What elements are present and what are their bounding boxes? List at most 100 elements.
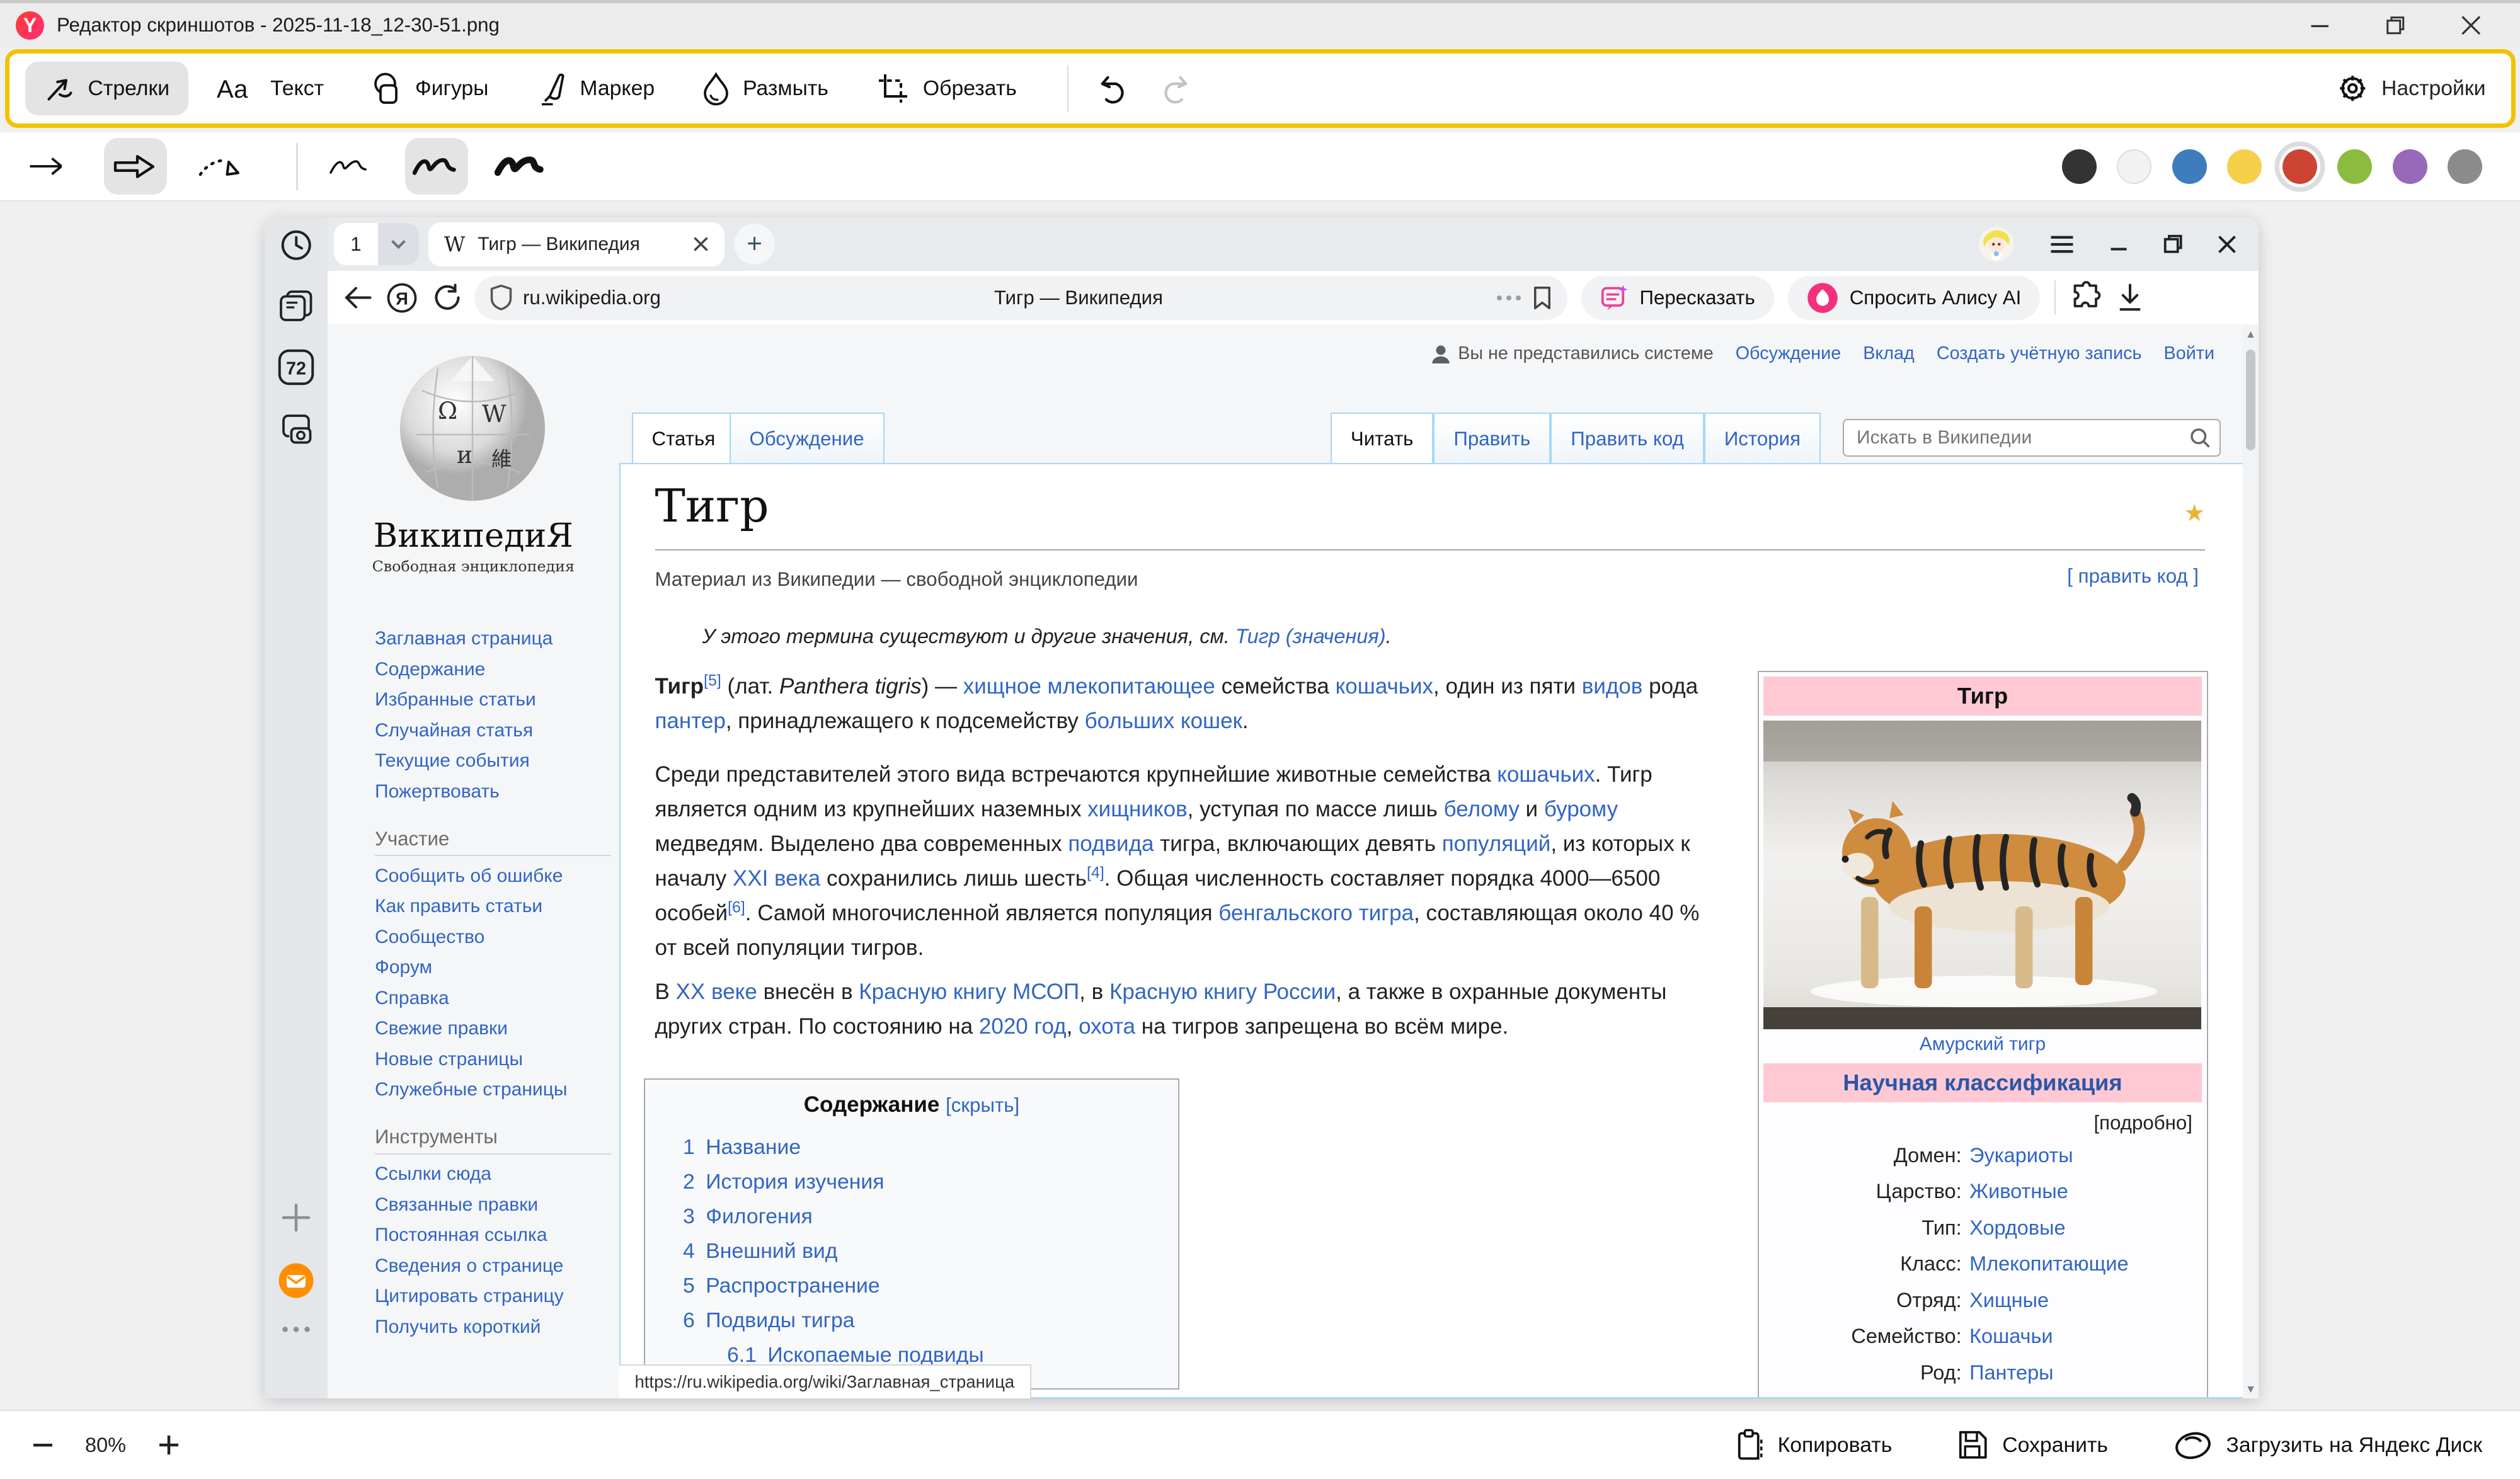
wiki-search-box[interactable] (1843, 419, 2221, 457)
save-button[interactable]: Сохранить (1958, 1430, 2108, 1460)
wiki-link[interactable]: видов (1582, 674, 1643, 699)
tab-edit-code[interactable]: Править код (1550, 413, 1704, 465)
wiki-link[interactable]: подвида (1068, 831, 1154, 856)
yandex-search-icon[interactable]: Я (386, 282, 418, 314)
wiki-link[interactable]: Тигр (значения) (1235, 625, 1386, 648)
user-link[interactable]: Создать учётную запись (1937, 343, 2142, 364)
yandex-mail-icon[interactable] (265, 1262, 328, 1299)
scroll-down-arrow[interactable]: ▼ (2243, 1379, 2259, 1398)
tab-history[interactable]: История (1704, 413, 1821, 465)
user-link[interactable]: Вклад (1863, 343, 1915, 364)
tab-read[interactable]: Читать (1331, 413, 1434, 465)
toc-item[interactable]: 2История изучения (645, 1165, 1178, 1199)
wiki-link[interactable]: хищное млекопитающее (963, 674, 1215, 699)
nav-link[interactable]: Случайная статья (375, 716, 610, 746)
stroke-medium[interactable] (405, 138, 468, 195)
taxon-link[interactable]: Кошачьи (1969, 1318, 2053, 1355)
tool-blur[interactable]: Размыть (683, 60, 847, 117)
tool-arrows[interactable]: Стрелки (25, 62, 189, 115)
nav-link[interactable]: Свежие правки (375, 1014, 610, 1044)
browser-menu-icon[interactable] (2049, 235, 2075, 254)
arrow-style-outline[interactable] (104, 138, 167, 195)
tab-discussion[interactable]: Обсуждение (730, 413, 885, 465)
ask-alice-button[interactable]: Спросить Алису AI (1788, 276, 2040, 320)
copy-button[interactable]: Копировать (1737, 1429, 1893, 1462)
history-clock-icon[interactable] (265, 229, 328, 262)
nav-link[interactable]: Сообщить об ошибке (375, 861, 610, 892)
wiki-link[interactable]: бурому (1544, 797, 1618, 821)
tab-close-icon[interactable] (693, 236, 709, 252)
scrollbar-thumb[interactable] (2246, 350, 2255, 450)
color-black[interactable] (2062, 149, 2097, 184)
user-link[interactable]: Обсуждение (1736, 343, 1841, 364)
reference-link[interactable]: [6] (728, 898, 745, 916)
restore-button[interactable] (2385, 14, 2407, 37)
color-yellow[interactable] (2227, 149, 2262, 184)
zoom-out-button[interactable] (22, 1425, 63, 1466)
wiki-link[interactable]: хищников (1087, 797, 1188, 821)
wiki-link[interactable]: XX веке (676, 979, 757, 1004)
chevron-down-icon[interactable] (378, 223, 419, 266)
new-tab-button[interactable]: + (734, 224, 775, 265)
reference-link[interactable]: [4] (1087, 864, 1104, 881)
browser-tab-active[interactable]: W Тигр — Википедия (428, 222, 724, 266)
extensions-puzzle-icon[interactable] (2070, 281, 2104, 314)
nav-link[interactable]: Текущие события (375, 746, 610, 777)
browser-close-icon[interactable] (2218, 235, 2236, 254)
browser-restore-icon[interactable] (2163, 234, 2184, 254)
close-button[interactable] (2460, 14, 2482, 37)
more-dots-icon[interactable] (1496, 295, 1521, 301)
nav-link[interactable]: Заглавная страница (375, 624, 610, 654)
page-scrollbar[interactable]: ▲ ▼ (2243, 324, 2259, 1398)
minimize-button[interactable] (2309, 14, 2331, 37)
tiger-photo[interactable] (1763, 721, 2201, 1029)
wiki-link[interactable]: бенгальского тигра (1218, 901, 1414, 925)
nav-link[interactable]: Форум (375, 952, 610, 983)
tool-shapes[interactable]: Фигуры (352, 60, 507, 117)
toc-hide-link[interactable]: [скрыть] (946, 1094, 1019, 1116)
tool-text[interactable]: Аа Текст (198, 62, 343, 115)
color-white[interactable] (2117, 149, 2151, 184)
stroke-thin[interactable] (320, 138, 383, 195)
shield-icon[interactable] (490, 284, 512, 311)
edit-code-link[interactable]: [ править код ] (2067, 565, 2199, 588)
tab-article[interactable]: Статья (632, 413, 736, 465)
nav-link[interactable]: Сведения о странице (375, 1251, 610, 1282)
wiki-link[interactable]: пантер (655, 709, 726, 733)
reference-link[interactable]: [5] (704, 671, 721, 689)
taxon-link[interactable]: Животные (1969, 1173, 2068, 1210)
feed-panels-icon[interactable] (265, 288, 328, 325)
undo-button[interactable] (1091, 65, 1138, 112)
toc-item[interactable]: 6Подвиды тигра (645, 1303, 1178, 1338)
user-link[interactable]: Войти (2164, 343, 2214, 364)
wiki-link[interactable]: охота (1079, 1014, 1135, 1039)
redo-button[interactable] (1150, 65, 1198, 112)
taxon-link[interactable]: Хищные (1969, 1282, 2049, 1319)
nav-link[interactable]: Как править статьи (375, 891, 610, 922)
download-icon[interactable] (2117, 283, 2143, 312)
zoom-in-button[interactable] (148, 1425, 189, 1466)
back-icon[interactable] (343, 287, 372, 309)
details-link[interactable]: [подробно] (1763, 1102, 2202, 1138)
color-red-selected[interactable] (2282, 149, 2317, 184)
wiki-link[interactable]: больших кошек (1085, 709, 1242, 733)
nav-link[interactable]: Постоянная ссылка (375, 1220, 610, 1251)
tool-crop[interactable]: Обрезать (857, 60, 1036, 117)
browser-minimize-icon[interactable] (2109, 235, 2128, 254)
badge-72[interactable]: 72 (265, 348, 328, 386)
color-blue[interactable] (2172, 149, 2207, 184)
reload-icon[interactable] (432, 283, 460, 312)
tab-group[interactable]: 1 (334, 223, 419, 266)
nav-link[interactable]: Справка (375, 983, 610, 1014)
wiki-link[interactable]: белому (1444, 797, 1520, 821)
toc-item[interactable]: 4Внешний вид (645, 1234, 1178, 1269)
nav-link[interactable]: Ссылки сюда (375, 1159, 610, 1190)
wiki-link[interactable]: Красную книгу МСОП (859, 979, 1079, 1004)
wiki-link[interactable]: XXI века (733, 866, 820, 891)
taxon-link[interactable]: Эукариоты (1969, 1138, 2073, 1174)
nav-link[interactable]: Содержание (375, 654, 610, 685)
retell-button[interactable]: Пересказать (1581, 276, 1774, 320)
nav-link[interactable]: Связанные правки (375, 1190, 610, 1221)
scroll-up-arrow[interactable]: ▲ (2243, 324, 2259, 343)
nav-link[interactable]: Служебные страницы (375, 1075, 610, 1105)
